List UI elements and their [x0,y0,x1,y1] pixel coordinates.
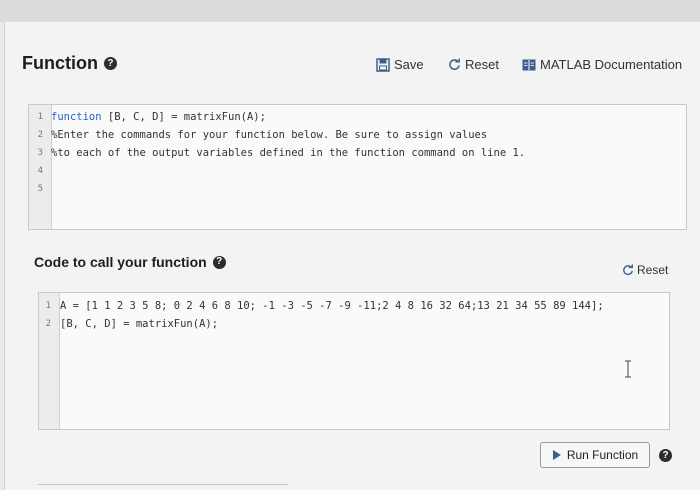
line-number: 3 [37,148,43,158]
call-title-text: Code to call your function [34,254,207,270]
code-text: A = [1 1 2 3 5 8; 0 2 4 6 8 10; -1 -3 -5… [60,300,604,312]
code-keyword: function [51,111,102,123]
line-number: 1 [45,301,51,311]
line-number: 2 [45,319,51,329]
code-line[interactable]: 2 [B, C, D] = matrixFun(A); [39,315,218,333]
code-text: [B, C, D] = matrixFun(A); [60,318,219,330]
text-cursor-icon [625,360,631,378]
matlab-documentation-link[interactable]: MATLAB Documentation [522,57,682,72]
doc-label: MATLAB Documentation [540,57,683,72]
code-text: %Enter the commands for your function be… [51,129,488,141]
function-section-title: Function ? [22,53,117,74]
help-icon[interactable]: ? [212,255,226,269]
call-reset-button[interactable]: Reset [622,263,668,277]
help-icon[interactable]: ? [103,57,117,70]
code-line[interactable]: 5 [29,180,49,198]
code-text: %to each of the output variables defined… [51,147,526,159]
top-strip [0,0,700,22]
save-icon [376,57,390,72]
book-icon [522,59,536,70]
run-label: Run Function [566,448,639,462]
code-line[interactable]: 4 [29,162,49,180]
reset-button[interactable]: Reset [448,57,499,72]
call-section-title: Code to call your function ? [34,254,226,270]
divider [38,484,288,485]
call-reset-label: Reset [637,263,669,277]
reset-icon [449,58,460,70]
line-number: 4 [37,166,43,176]
function-title-text: Function [22,53,98,73]
line-number: 2 [37,130,43,140]
reset-label: Reset [465,57,499,72]
code-text: [B, C, D] = matrixFun(A); [101,111,266,123]
code-line[interactable]: 3 %to each of the output variables defin… [29,144,526,162]
code-line[interactable]: 1 A = [1 1 2 3 5 8; 0 2 4 6 8 10; -1 -3 … [39,297,604,315]
run-function-button[interactable]: Run Function [540,442,650,468]
reset-icon [623,264,633,276]
line-number: 5 [37,184,43,194]
save-button[interactable]: Save [376,57,424,72]
function-code-editor[interactable]: 1 function [B, C, D] = matrixFun(A); 2 %… [28,104,687,230]
code-line[interactable]: 1 function [B, C, D] = matrixFun(A); [29,108,266,126]
call-code-editor[interactable]: 1 A = [1 1 2 3 5 8; 0 2 4 6 8 10; -1 -3 … [38,292,670,430]
save-label: Save [394,57,424,72]
code-line[interactable]: 2 %Enter the commands for your function … [29,126,488,144]
line-number: 1 [37,112,43,122]
help-icon[interactable]: ? [659,449,672,462]
play-icon [552,450,561,460]
